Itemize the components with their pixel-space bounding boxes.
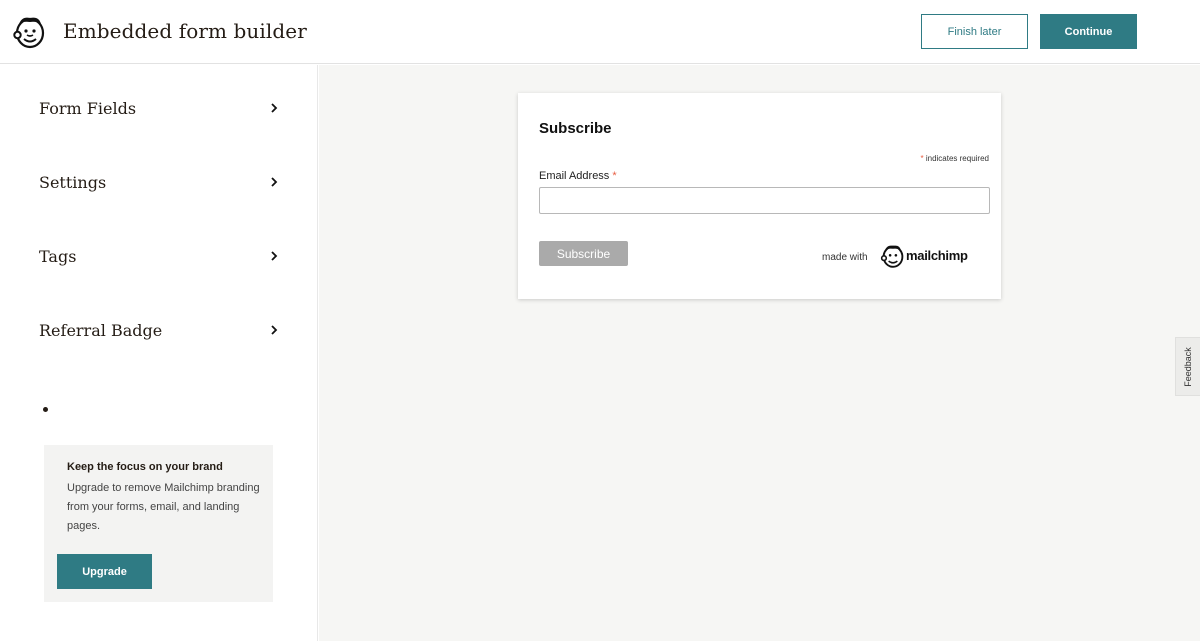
- feedback-label: Feedback: [1183, 346, 1193, 387]
- list-bullet: [43, 407, 48, 412]
- subscribe-button[interactable]: Subscribe: [539, 241, 628, 266]
- page-title: Embedded form builder: [63, 19, 307, 43]
- email-label: Email Address *: [539, 170, 617, 182]
- made-with-mailchimp-badge[interactable]: made with mailchimp: [822, 243, 982, 273]
- sidebar-item-label: Tags: [39, 246, 77, 266]
- upgrade-button[interactable]: Upgrade: [57, 554, 152, 589]
- chevron-right-icon: [271, 251, 278, 261]
- chevron-right-icon: [271, 177, 278, 187]
- feedback-tab[interactable]: Feedback: [1175, 337, 1200, 396]
- sidebar: Form Fields Settings Tags Referral Badge…: [0, 65, 318, 641]
- mailchimp-freddie-icon: [880, 245, 904, 268]
- sidebar-item-label: Form Fields: [39, 98, 137, 118]
- required-asterisk: *: [612, 170, 617, 182]
- mailchimp-freddie-icon[interactable]: [12, 14, 48, 50]
- app-header: Embedded form builder Finish later Conti…: [0, 0, 1200, 64]
- finish-later-button[interactable]: Finish later: [921, 14, 1028, 49]
- continue-button[interactable]: Continue: [1040, 14, 1137, 49]
- sidebar-item-tags[interactable]: Tags: [39, 241, 279, 271]
- sidebar-item-settings[interactable]: Settings: [39, 167, 279, 197]
- promo-text: Upgrade to remove Mailchimp branding fro…: [67, 482, 260, 532]
- chevron-right-icon: [271, 103, 278, 113]
- required-note-text: indicates required: [925, 154, 989, 163]
- email-label-text: Email Address: [539, 170, 610, 182]
- upgrade-promo: Keep the focus on your brand Upgrade to …: [44, 445, 273, 602]
- promo-title: Keep the focus on your brand: [67, 461, 223, 473]
- email-input[interactable]: [539, 187, 990, 214]
- preview-canvas: Subscribe * indicates required Email Add…: [319, 65, 1200, 641]
- form-heading: Subscribe: [539, 120, 612, 137]
- mailchimp-wordmark: mailchimp: [906, 248, 968, 263]
- sidebar-item-label: Settings: [39, 172, 107, 192]
- made-with-text: made with: [822, 252, 868, 263]
- form-preview-card: Subscribe * indicates required Email Add…: [518, 93, 1001, 299]
- required-note: * indicates required: [920, 154, 989, 163]
- sidebar-item-form-fields[interactable]: Form Fields: [39, 93, 279, 123]
- sidebar-item-label: Referral Badge: [39, 320, 163, 340]
- chevron-right-icon: [271, 325, 278, 335]
- required-asterisk: *: [920, 154, 924, 163]
- sidebar-item-referral-badge[interactable]: Referral Badge: [39, 315, 279, 345]
